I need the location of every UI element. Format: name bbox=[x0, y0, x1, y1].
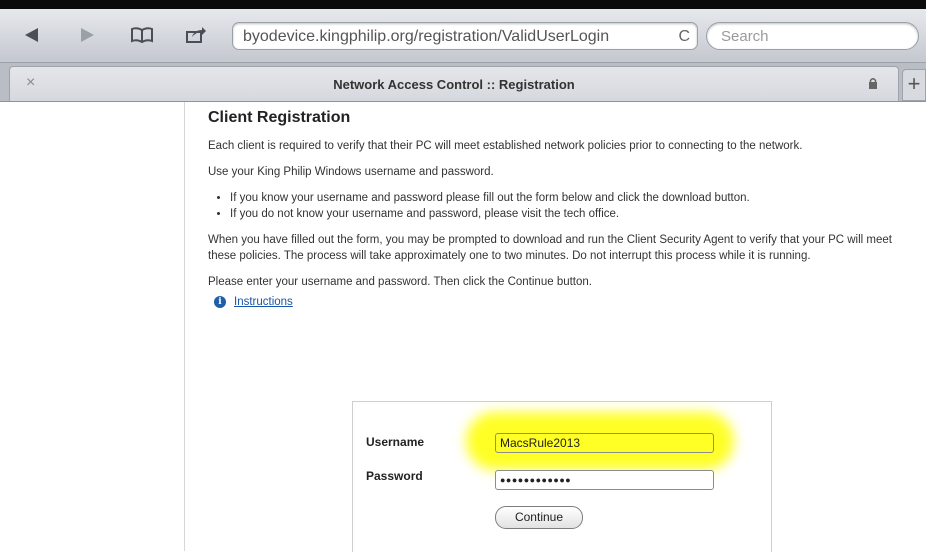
url-text: byodevice.kingphilip.org/registration/Va… bbox=[243, 28, 610, 45]
list-item: If you know your username and password p… bbox=[230, 190, 908, 206]
agent-note: When you have filled out the form, you m… bbox=[208, 234, 892, 262]
page-title: Client Registration bbox=[208, 109, 351, 126]
intro-text: Each client is required to verify that t… bbox=[208, 140, 803, 152]
instructions-list: If you know your username and password p… bbox=[208, 190, 908, 222]
info-icon: i bbox=[214, 296, 226, 308]
share-icon bbox=[186, 27, 206, 43]
forward-arrow-icon bbox=[81, 28, 94, 42]
search-input[interactable]: Search bbox=[706, 22, 919, 50]
back-arrow-icon bbox=[25, 28, 38, 42]
reload-icon[interactable]: C bbox=[678, 23, 690, 49]
new-tab-button[interactable]: + bbox=[902, 69, 926, 101]
registration-content: Client Registration Each client is requi… bbox=[208, 108, 908, 310]
url-bar[interactable]: byodevice.kingphilip.org/registration/Va… bbox=[232, 22, 698, 50]
lock-icon bbox=[869, 78, 877, 89]
left-sidebar bbox=[0, 102, 185, 551]
status-bar bbox=[0, 0, 926, 9]
active-tab[interactable]: × Network Access Control :: Registration bbox=[9, 66, 899, 101]
list-item: If you do not know your username and pas… bbox=[230, 206, 908, 222]
share-button[interactable] bbox=[182, 22, 210, 48]
forward-button[interactable] bbox=[73, 22, 101, 48]
username-field[interactable]: MacsRule2013 bbox=[495, 433, 714, 453]
bookmarks-button[interactable] bbox=[128, 22, 156, 48]
instructions-link[interactable]: Instructions bbox=[234, 294, 293, 310]
back-button[interactable] bbox=[18, 22, 46, 48]
continue-button[interactable]: Continue bbox=[495, 506, 583, 529]
browser-toolbar: byodevice.kingphilip.org/registration/Va… bbox=[0, 9, 926, 63]
bookmarks-book-icon bbox=[131, 27, 153, 44]
tab-bar: × Network Access Control :: Registration… bbox=[0, 63, 926, 102]
prompt-text: Please enter your username and password.… bbox=[208, 276, 592, 288]
username-label: Username bbox=[366, 435, 425, 449]
tab-title: Network Access Control :: Registration bbox=[333, 77, 575, 92]
instructions-row: i Instructions bbox=[214, 294, 908, 310]
credentials-text: Use your King Philip Windows username an… bbox=[208, 166, 494, 178]
password-label: Password bbox=[366, 469, 423, 483]
password-field[interactable]: ●●●●●●●●●●●● bbox=[495, 470, 714, 490]
